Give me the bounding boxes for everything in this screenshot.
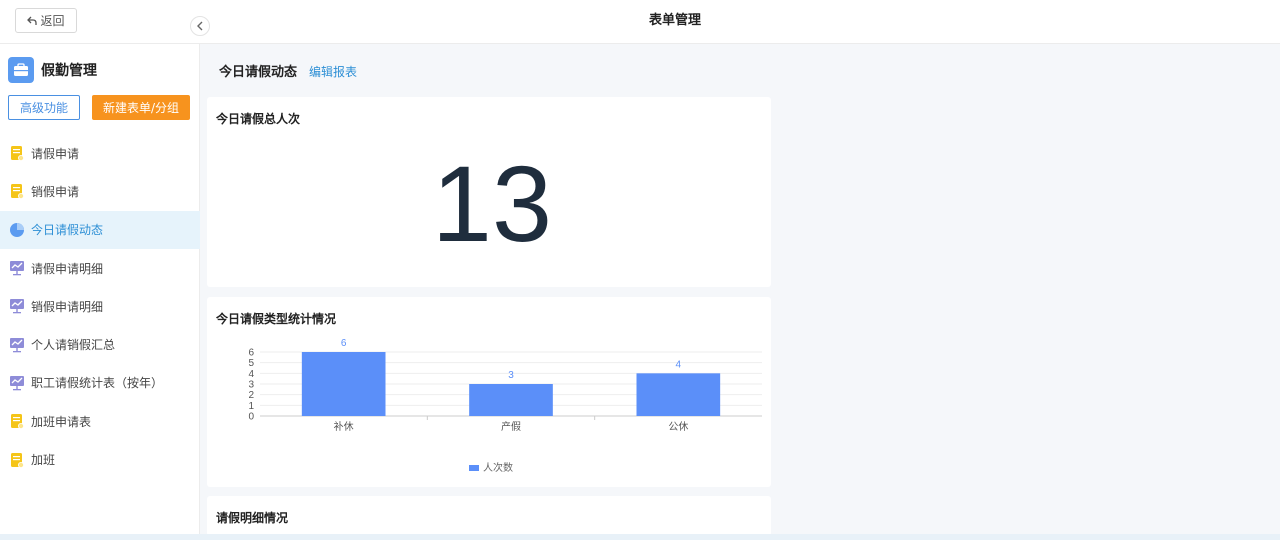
form-icon [9, 452, 25, 468]
sidebar-item-leave-cancel[interactable]: 销假申请 [0, 172, 200, 210]
sidebar-item-label: 职工请假统计表（按年） [31, 376, 164, 391]
total-leave-count: 13 [431, 143, 553, 264]
pie-chart-icon [9, 222, 25, 238]
sidebar: 假勤管理 高级功能 新建表单/分组 请假申请 销假申请 今日请假动态 请假申请明… [0, 44, 200, 534]
bar [301, 352, 386, 416]
report-icon [9, 337, 25, 353]
sidebar-item-today-leave[interactable]: 今日请假动态 [0, 210, 200, 249]
module-title: 假勤管理 [41, 63, 97, 79]
x-tick-label: 产假 [501, 420, 521, 433]
x-tick-label: 公休 [668, 421, 688, 433]
data-label: 3 [508, 370, 514, 381]
legend-label: 人次数 [483, 461, 513, 474]
bar [469, 384, 553, 416]
edit-report-link[interactable]: 编辑报表 [309, 63, 357, 80]
collapse-sidebar-button[interactable] [190, 16, 210, 36]
y-tick-label: 3 [248, 380, 254, 391]
main-content: 今日请假动态 编辑报表 今日请假总人次 13 今日请假类型统计情况 012345… [200, 44, 1280, 536]
card-title: 请假明细情况 [216, 511, 289, 525]
leave-detail-card: 请假明细情况 [207, 496, 771, 536]
data-label: 6 [341, 338, 347, 349]
data-label: 4 [676, 359, 682, 370]
sidebar-item-label: 个人请销假汇总 [31, 338, 116, 353]
form-icon [9, 183, 25, 200]
sidebar-item-overtime[interactable]: 加班 [0, 440, 200, 478]
total-leave-card: 今日请假总人次 13 [207, 97, 771, 287]
sidebar-item-overtime-form[interactable]: 加班申请表 [0, 402, 200, 440]
form-icon [9, 145, 25, 162]
chevron-left-icon [197, 21, 203, 31]
card-title: 今日请假总人次 [216, 112, 301, 126]
sidebar-item-leave-request[interactable]: 请假申请 [0, 134, 200, 172]
new-form-group-button[interactable]: 新建表单/分组 [92, 95, 190, 120]
sidebar-item-label: 请假申请 [31, 146, 80, 161]
sidebar-item-cancel-detail[interactable]: 销假申请明细 [0, 287, 200, 325]
bar [636, 373, 721, 416]
sidebar-item-yearly-stats[interactable]: 职工请假统计表（按年） [0, 364, 200, 402]
sidebar-item-label: 加班 [31, 453, 56, 468]
y-tick-label: 2 [248, 390, 254, 401]
y-tick-label: 0 [248, 412, 254, 423]
report-icon [9, 375, 25, 391]
advanced-features-button[interactable]: 高级功能 [8, 95, 80, 120]
content-header: 今日请假动态 编辑报表 [219, 61, 357, 80]
y-tick-label: 4 [248, 369, 254, 380]
report-icon [9, 260, 25, 276]
briefcase-icon [8, 57, 34, 83]
sidebar-item-personal-summary[interactable]: 个人请销假汇总 [0, 325, 200, 363]
sidebar-item-label: 销假申请明细 [31, 299, 104, 314]
sidebar-item-label: 加班申请表 [31, 414, 92, 429]
bottom-scroll-strip [0, 534, 1280, 540]
sidebar-item-leave-detail[interactable]: 请假申请明细 [0, 249, 200, 287]
sidebar-nav: 请假申请 销假申请 今日请假动态 请假申请明细 销假申请明细 个人请销假汇总 职… [0, 134, 200, 479]
leave-type-bar-chart: 01234566补休3产假4公休人次数 [248, 338, 762, 474]
sidebar-item-label: 今日请假动态 [31, 223, 104, 238]
y-tick-label: 1 [248, 401, 254, 412]
y-tick-label: 5 [248, 358, 254, 369]
y-tick-label: 6 [248, 348, 254, 359]
form-icon [9, 413, 25, 430]
x-tick-label: 补休 [334, 420, 354, 433]
module-header: 假勤管理 [8, 57, 97, 83]
report-icon [9, 298, 25, 314]
sidebar-item-label: 销假申请 [31, 184, 80, 199]
leave-type-chart-card: 今日请假类型统计情况 0 1 2 3 4 5 6 6 补休 3 产假 4 公休 人次数 [207, 297, 771, 487]
sidebar-item-label: 请假申请明细 [31, 261, 104, 276]
report-title: 今日请假动态 [219, 65, 298, 80]
legend-swatch [469, 465, 479, 471]
